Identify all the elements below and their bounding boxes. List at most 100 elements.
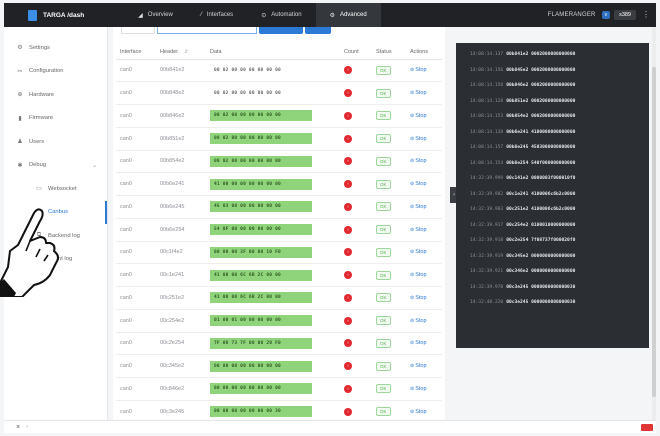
stop-icon: ⊘ bbox=[410, 112, 415, 119]
chevron-down-icon: ⌄ bbox=[91, 162, 97, 169]
cell-count: ! bbox=[340, 241, 372, 265]
filter-input[interactable] bbox=[121, 27, 155, 34]
stop-button[interactable]: ⊘Stop bbox=[410, 181, 427, 187]
status-badge: OK bbox=[376, 384, 391, 394]
table-row: can0 00b848e2 00 02 00 00 00 00 00 00! OK ⊘S… bbox=[116, 81, 442, 105]
sort-icon[interactable]: ⇵ bbox=[184, 49, 188, 55]
table-row: can0 00c3e245 00 00 00 00 00 00 00 30! OK ⊘S… bbox=[116, 400, 442, 420]
stop-button[interactable]: ⊘Stop bbox=[410, 340, 427, 346]
username[interactable]: FLAMERANGER bbox=[548, 12, 596, 18]
cell-status: OK bbox=[372, 104, 406, 128]
stop-button[interactable]: ⊘Stop bbox=[410, 272, 427, 278]
table-row: can0 00b6e241 41 00 00 00 00 00 00 00! OK ⊘S… bbox=[116, 172, 442, 196]
col-data[interactable]: Data bbox=[206, 45, 340, 60]
stop-button[interactable]: ⊘Stop bbox=[410, 363, 427, 369]
sidebar-item-firmware[interactable]: ▮ Firmware bbox=[4, 107, 107, 131]
cell-interface: can0 bbox=[116, 172, 156, 196]
clear-button[interactable] bbox=[305, 27, 331, 34]
cell-data: 00 00 00 00 00 00 00 00 bbox=[206, 377, 340, 401]
data-bytes: 00 00 00 3F 00 00 10 F0 bbox=[210, 246, 312, 258]
col-interface[interactable]: Interface bbox=[116, 45, 156, 60]
status-badge: OK bbox=[376, 247, 391, 257]
sidebar-item-configuration[interactable]: ✂ Configuration bbox=[4, 60, 107, 84]
sidebar-item-users[interactable]: ♟ Users bbox=[4, 130, 107, 154]
stop-button[interactable]: ⊘Stop bbox=[410, 227, 427, 233]
stop-button[interactable]: ⊘Stop bbox=[410, 409, 427, 415]
log-line: 14:08:14.153 00b854e2 0002000000000000 bbox=[456, 109, 649, 125]
table-row: can0 00c846e2 00 00 00 00 00 00 00 00! OK ⊘S… bbox=[116, 377, 442, 401]
cell-count: ! bbox=[340, 218, 372, 242]
log-line: 14:08:14.154 00b6e254 540f000000000000 bbox=[456, 156, 649, 172]
log-timestamp: 14:32:39.999 bbox=[470, 176, 504, 182]
table-row: can0 00b854e2 00 02 00 00 00 00 00 00! OK ⊘S… bbox=[116, 150, 442, 174]
stop-button[interactable]: ⊘Stop bbox=[410, 113, 427, 119]
cell-status: OK bbox=[372, 309, 406, 333]
log-line: 14:32:39.917 00c254e2 0100010000000000 bbox=[456, 218, 649, 234]
log-line: 14:32:39.983 00c251e2 4100006c6b2c0000 bbox=[456, 202, 649, 218]
stop-button[interactable]: ⊘Stop bbox=[410, 158, 427, 164]
col-count[interactable]: Count bbox=[340, 45, 372, 60]
cell-actions: ⊘Stop bbox=[406, 150, 442, 174]
stop-button[interactable]: ⊘Stop bbox=[410, 318, 427, 324]
search-input[interactable] bbox=[157, 27, 257, 34]
table-row: can0 00c254e2 01 00 01 00 00 00 00 00! OK ⊘S… bbox=[116, 309, 442, 333]
top-navbar: TARGA /dash ◢ Overview ⁄ Interfaces ⊙ Au… bbox=[4, 3, 656, 27]
count-badge: ! bbox=[344, 339, 352, 348]
page-scrollbar[interactable] bbox=[652, 27, 656, 420]
count-badge: ! bbox=[344, 225, 352, 234]
stop-icon: ⊘ bbox=[410, 90, 415, 97]
cell-header: 00c846e2 bbox=[156, 377, 206, 401]
action-button[interactable]: s389 bbox=[614, 10, 636, 20]
stop-button[interactable]: ⊘Stop bbox=[410, 90, 427, 96]
apply-button[interactable] bbox=[259, 27, 303, 34]
pointing-hand-icon bbox=[0, 208, 59, 297]
log-timestamp: 14:32:39.918 bbox=[470, 238, 504, 244]
status-badge: OK bbox=[376, 202, 391, 212]
count-badge: ! bbox=[344, 248, 352, 257]
cell-header: 00b848e2 bbox=[156, 81, 206, 105]
sidebar-item-settings[interactable]: ⚙ Settings bbox=[4, 36, 107, 60]
log-line: 14:08:14.138 00b6e241 4100000000000000 bbox=[456, 125, 649, 141]
stop-label: Stop bbox=[415, 226, 427, 233]
stop-button[interactable]: ⊘Stop bbox=[410, 295, 427, 301]
nav-overview[interactable]: ◢ Overview bbox=[124, 3, 187, 27]
app-logo[interactable]: TARGA /dash bbox=[28, 9, 84, 21]
sidebar-item-debug[interactable]: ✱ Debug ⌄ bbox=[4, 154, 107, 178]
nav-interfaces[interactable]: ⁄ Interfaces bbox=[187, 3, 247, 27]
cell-interface: can0 bbox=[116, 150, 156, 174]
stop-button[interactable]: ⊘Stop bbox=[410, 249, 427, 255]
cell-data: 00 00 00 00 00 00 00 30 bbox=[206, 400, 340, 420]
table-body: can0 00b841e2 00 02 00 00 00 00 00 00! OK ⊘S… bbox=[116, 59, 442, 420]
cell-count: ! bbox=[340, 286, 372, 310]
stop-button[interactable]: ⊘Stop bbox=[410, 204, 427, 210]
cell-interface: can0 bbox=[116, 195, 156, 219]
stop-button[interactable]: ⊘Stop bbox=[410, 386, 427, 392]
stop-button[interactable]: ⊘Stop bbox=[410, 136, 427, 142]
sidebar-item-hardware[interactable]: ⊕ Hardware bbox=[4, 83, 107, 107]
close-icon[interactable]: × bbox=[16, 424, 20, 431]
log-line: 14:32:48.220 00c3e245 0000000000000030 bbox=[456, 295, 649, 311]
chevron-right-icon[interactable]: › bbox=[26, 424, 28, 430]
cell-interface: can0 bbox=[116, 400, 156, 420]
sidebar-item-websocket[interactable]: ▭ Websocket bbox=[4, 177, 107, 201]
log-message: 00c3e245 0000000000000030 bbox=[506, 300, 576, 306]
more-menu-icon[interactable]: ⋮ bbox=[642, 11, 650, 19]
cell-actions: ⊘Stop bbox=[406, 241, 442, 265]
nav-automation[interactable]: ⊙ Automation bbox=[247, 3, 315, 27]
stop-label: Stop bbox=[415, 340, 427, 347]
log-line: 14:08:14.156 00b845e2 0002000000000000 bbox=[456, 63, 649, 79]
cell-count: ! bbox=[340, 172, 372, 196]
cell-actions: ⊘Stop bbox=[406, 59, 442, 83]
log-timestamp: 14:32:39.921 bbox=[470, 269, 504, 275]
data-bytes: 01 00 01 00 00 00 00 00 bbox=[210, 315, 312, 327]
gear-icon: ⚙ bbox=[329, 12, 335, 19]
websocket-icon: ▭ bbox=[36, 186, 42, 193]
stop-button[interactable]: ⊘Stop bbox=[410, 67, 427, 73]
col-header[interactable]: Header ⇵ bbox=[156, 45, 206, 60]
cell-data: 00 02 00 00 00 00 00 00 bbox=[206, 127, 340, 151]
nav-advanced[interactable]: ⚙ Advanced bbox=[315, 3, 381, 27]
nav-label: Overview bbox=[147, 12, 173, 18]
flag-icon[interactable] bbox=[641, 423, 653, 431]
scrollbar-thumb[interactable] bbox=[652, 67, 656, 397]
col-status[interactable]: Status bbox=[372, 45, 406, 60]
